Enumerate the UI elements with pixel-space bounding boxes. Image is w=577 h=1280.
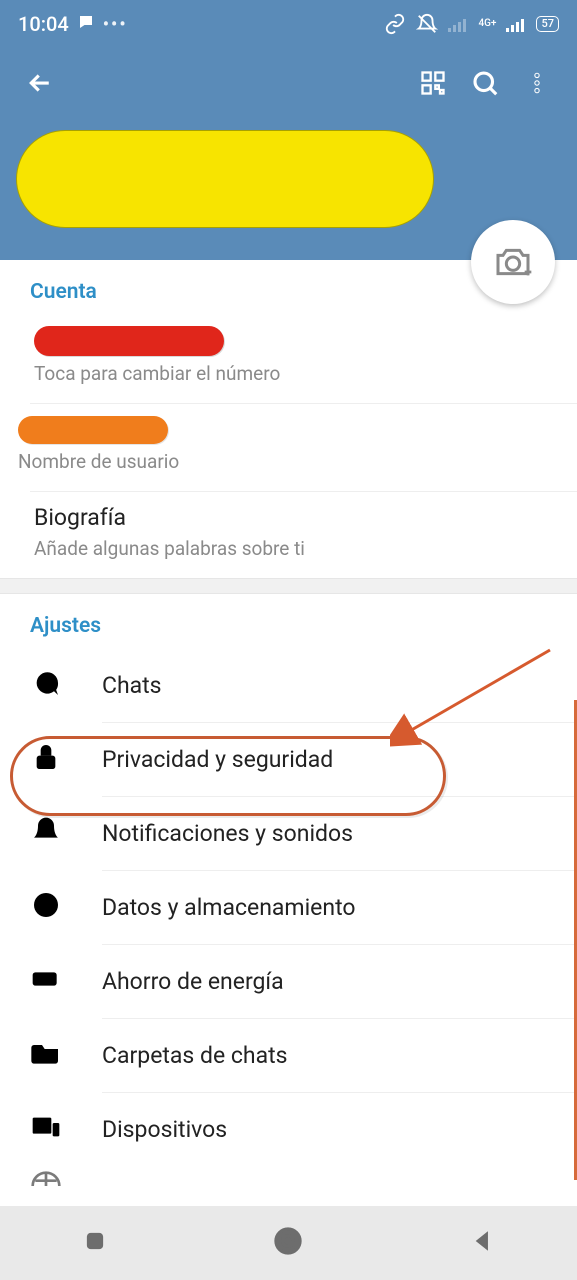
account-bio-row[interactable]: Biografía Añade algunas palabras sobre t…: [0, 492, 577, 578]
account-phone-row[interactable]: Toca para cambiar el número: [0, 314, 577, 403]
settings-item-privacy[interactable]: Privacidad y seguridad: [0, 722, 577, 796]
nav-home-button[interactable]: [272, 1225, 304, 1261]
settings-item-chat-folders[interactable]: Carpetas de chats: [0, 1018, 577, 1092]
qr-code-button[interactable]: [407, 57, 459, 109]
notification-bubble-icon: [77, 12, 95, 36]
settings-section-title: Ajustes: [0, 594, 577, 648]
change-photo-fab[interactable]: [471, 220, 555, 304]
back-button[interactable]: [14, 57, 66, 109]
account-username-subtitle: Nombre de usuario: [18, 450, 547, 473]
lock-icon: [30, 741, 62, 777]
nav-back-button[interactable]: [469, 1228, 495, 1258]
pie-chart-icon: [30, 889, 62, 925]
redacted-username: [18, 416, 168, 444]
signal-strong-icon: [506, 16, 526, 32]
account-bio-label: Biografía: [34, 504, 547, 531]
overflow-menu-button[interactable]: [511, 57, 563, 109]
settings-item-devices[interactable]: Dispositivos: [0, 1092, 577, 1166]
settings-item-language-partial[interactable]: [0, 1166, 577, 1188]
folder-icon: [30, 1037, 62, 1073]
battery-indicator: 57: [536, 16, 559, 32]
settings-item-label: Notificaciones y sonidos: [102, 820, 353, 847]
settings-item-label: Ahorro de energía: [102, 968, 284, 995]
devices-icon: [30, 1111, 62, 1147]
bell-icon: [30, 815, 62, 851]
search-button[interactable]: [459, 57, 511, 109]
battery-charging-icon: [30, 963, 62, 999]
settings-item-label: Chats: [102, 672, 162, 699]
status-time: 10:04: [18, 12, 69, 36]
link-icon: [384, 13, 406, 35]
settings-item-label: Dispositivos: [102, 1116, 227, 1143]
signal-weak-icon: [448, 16, 468, 32]
app-toolbar: [0, 48, 577, 118]
android-status-bar: 10:04 ••• 4G+ 57: [0, 0, 577, 48]
network-type-label: 4G+: [478, 19, 496, 29]
account-username-row[interactable]: Nombre de usuario: [0, 404, 577, 491]
globe-icon: [30, 1168, 102, 1188]
settings-item-label: Carpetas de chats: [102, 1042, 287, 1069]
more-notifications-icon: •••: [103, 14, 128, 35]
chat-icon: [30, 667, 62, 703]
redacted-profile-name: [16, 130, 434, 228]
settings-section: Ajustes Chats Privacidad y seguridad Not…: [0, 594, 577, 1188]
mute-bell-icon: [416, 13, 438, 35]
settings-item-power-saving[interactable]: Ahorro de energía: [0, 944, 577, 1018]
settings-item-notifications[interactable]: Notificaciones y sonidos: [0, 796, 577, 870]
redacted-phone-number: [34, 326, 224, 356]
settings-item-chats[interactable]: Chats: [0, 648, 577, 722]
section-divider: [0, 578, 577, 594]
android-nav-bar: [0, 1206, 577, 1280]
account-section: Cuenta Toca para cambiar el número Nombr…: [0, 260, 577, 578]
nav-recent-button[interactable]: [82, 1228, 108, 1258]
account-bio-subtitle: Añade algunas palabras sobre ti: [34, 537, 547, 560]
account-phone-subtitle: Toca para cambiar el número: [34, 362, 547, 385]
settings-item-label: Datos y almacenamiento: [102, 894, 356, 921]
settings-item-data-storage[interactable]: Datos y almacenamiento: [0, 870, 577, 944]
settings-item-label: Privacidad y seguridad: [102, 746, 333, 773]
